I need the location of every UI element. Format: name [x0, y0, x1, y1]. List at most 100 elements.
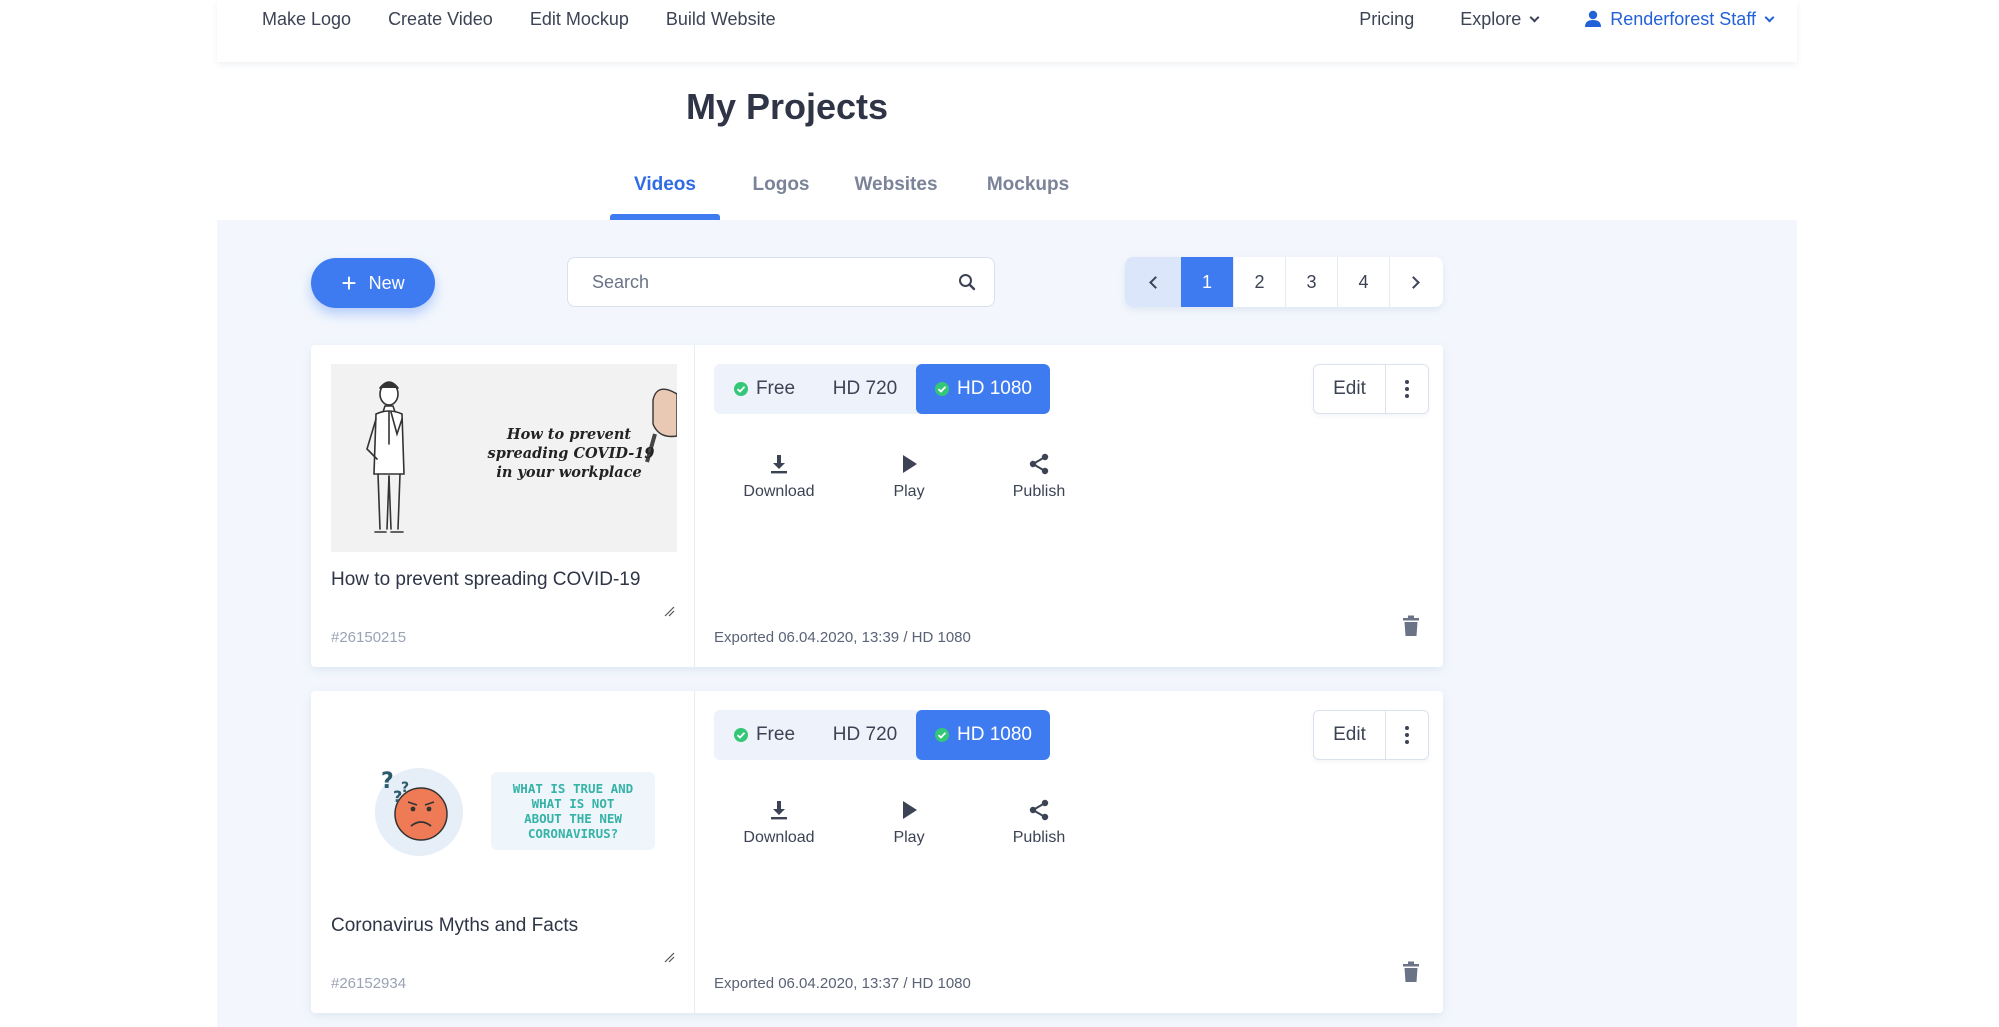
more-vertical-icon	[1405, 726, 1409, 744]
download-label: Download	[743, 483, 815, 500]
project-thumbnail-illustration: ? ? ? WHAT IS TRUE AND WHAT IS NOT ABOUT…	[331, 710, 677, 898]
chevron-down-icon	[1529, 12, 1540, 22]
new-project-button[interactable]: + New	[311, 258, 435, 308]
tab-mockups[interactable]: Mockups	[973, 162, 1083, 220]
user-menu[interactable]: Renderforest Staff	[1584, 8, 1775, 30]
nav-edit-mockup[interactable]: Edit Mockup	[530, 9, 629, 30]
download-label: Download	[743, 829, 815, 846]
nav-build-website[interactable]: Build Website	[666, 9, 776, 30]
top-navigation: Make Logo Create Video Edit Mockup Build…	[217, 0, 1797, 62]
quality-hd720[interactable]: HD 720	[814, 710, 916, 760]
quality-hd1080[interactable]: HD 1080	[916, 364, 1050, 414]
pagination-prev-button[interactable]	[1125, 257, 1181, 307]
project-id: #26150215	[331, 629, 407, 646]
chevron-right-icon	[1407, 275, 1420, 289]
edit-group: Edit	[1313, 710, 1429, 760]
thumbnail-line-1: WHAT IS TRUE AND	[513, 781, 633, 796]
tab-videos[interactable]: Videos	[610, 162, 720, 220]
nav-create-video[interactable]: Create Video	[388, 9, 493, 30]
edit-button[interactable]: Edit	[1314, 711, 1386, 759]
project-card-info: ? ? ? WHAT IS TRUE AND WHAT IS NOT ABOUT…	[311, 691, 695, 1013]
thumbnail-line-3: in your workplace	[496, 464, 641, 481]
download-button[interactable]: Download	[714, 453, 844, 501]
quality-free[interactable]: Free	[714, 710, 814, 760]
play-icon	[903, 455, 917, 473]
chevron-left-icon	[1148, 275, 1162, 289]
project-id: #26152934	[331, 975, 407, 992]
project-name-field[interactable]: How to prevent spreading COVID-19	[331, 569, 677, 629]
publish-label: Publish	[1012, 483, 1066, 500]
quality-selector: Free HD 720 HD 1080	[714, 710, 1050, 760]
tab-logos[interactable]: Logos	[741, 162, 821, 220]
share-icon	[1029, 799, 1049, 821]
nav-pricing[interactable]: Pricing	[1359, 9, 1414, 30]
download-icon	[771, 801, 787, 820]
nav-make-logo[interactable]: Make Logo	[262, 9, 351, 30]
check-circle-icon	[935, 382, 949, 396]
play-label: Play	[893, 483, 925, 500]
plus-icon: +	[341, 268, 357, 298]
edit-group: Edit	[1313, 364, 1429, 414]
play-button[interactable]: Play	[844, 799, 974, 847]
project-thumbnail-illustration: How to prevent spreading COVID-19 in you…	[331, 364, 677, 552]
publish-label: Publish	[1012, 829, 1066, 846]
nav-left-group: Make Logo Create Video Edit Mockup Build…	[262, 0, 813, 38]
user-name: Renderforest Staff	[1610, 8, 1756, 29]
resize-handle-icon[interactable]	[663, 951, 675, 963]
export-info: Exported 06.04.2020, 13:39 / HD 1080	[714, 629, 971, 646]
more-vertical-icon	[1405, 380, 1409, 398]
quality-hd720[interactable]: HD 720	[814, 364, 916, 414]
search-icon[interactable]	[958, 273, 976, 291]
quality-free-label: Free	[755, 724, 796, 745]
quality-hd1080-label: HD 1080	[957, 378, 1032, 399]
trash-icon[interactable]	[1402, 961, 1420, 983]
page-title: My Projects	[685, 86, 889, 127]
pagination-page-1[interactable]: 1	[1181, 257, 1233, 307]
project-actions: Download Play Publish	[714, 799, 1114, 859]
download-button[interactable]: Download	[714, 799, 844, 847]
thumbnail-line-4: CORONAVIRUS?	[528, 826, 618, 841]
project-name-field[interactable]: Coronavirus Myths and Facts	[331, 915, 677, 975]
quality-free-label: Free	[755, 378, 796, 399]
header-area: My Projects Videos Logos Websites Mockup…	[217, 62, 1797, 220]
resize-handle-icon[interactable]	[663, 605, 675, 617]
trash-icon[interactable]	[1402, 615, 1420, 637]
check-circle-icon	[733, 382, 748, 396]
project-tabs: Videos Logos Websites Mockups	[217, 162, 1797, 220]
pagination-page-2[interactable]: 2	[1233, 257, 1285, 307]
tab-websites[interactable]: Websites	[841, 162, 951, 220]
search-box	[567, 257, 995, 307]
play-button[interactable]: Play	[844, 453, 974, 501]
project-card-info: How to prevent spreading COVID-19 in you…	[311, 345, 695, 667]
play-icon	[903, 801, 917, 819]
publish-button[interactable]: Publish	[974, 453, 1104, 501]
nav-explore-label: Explore	[1460, 8, 1522, 29]
check-circle-icon	[733, 728, 748, 742]
quality-free[interactable]: Free	[714, 364, 814, 414]
nav-explore[interactable]: Explore	[1460, 8, 1540, 30]
project-thumbnail[interactable]: ? ? ? WHAT IS TRUE AND WHAT IS NOT ABOUT…	[331, 710, 677, 898]
project-thumbnail[interactable]: How to prevent spreading COVID-19 in you…	[331, 364, 677, 552]
export-info: Exported 06.04.2020, 13:37 / HD 1080	[714, 975, 971, 992]
more-options-button[interactable]	[1386, 711, 1428, 759]
new-button-label: New	[368, 272, 405, 293]
publish-button[interactable]: Publish	[974, 799, 1104, 847]
quality-hd1080[interactable]: HD 1080	[916, 710, 1050, 760]
pagination-next-button[interactable]	[1389, 257, 1441, 307]
quality-hd1080-label: HD 1080	[957, 724, 1032, 745]
quality-selector: Free HD 720 HD 1080	[714, 364, 1050, 414]
user-icon	[1585, 10, 1602, 27]
thumbnail-line-2: spreading COVID-19	[488, 445, 655, 462]
pagination-page-4[interactable]: 4	[1337, 257, 1389, 307]
pagination: 1 2 3 4	[1125, 257, 1443, 307]
more-options-button[interactable]	[1386, 365, 1428, 413]
share-icon	[1029, 453, 1049, 475]
play-label: Play	[893, 829, 925, 846]
chevron-down-icon	[1764, 12, 1775, 22]
nav-right-group: Pricing Explore Renderforest Staff	[1313, 0, 1775, 38]
check-circle-icon	[935, 728, 949, 742]
search-input[interactable]	[568, 258, 948, 306]
edit-button[interactable]: Edit	[1314, 365, 1386, 413]
pagination-page-3[interactable]: 3	[1285, 257, 1337, 307]
thumbnail-line-3: ABOUT THE NEW	[524, 811, 622, 826]
